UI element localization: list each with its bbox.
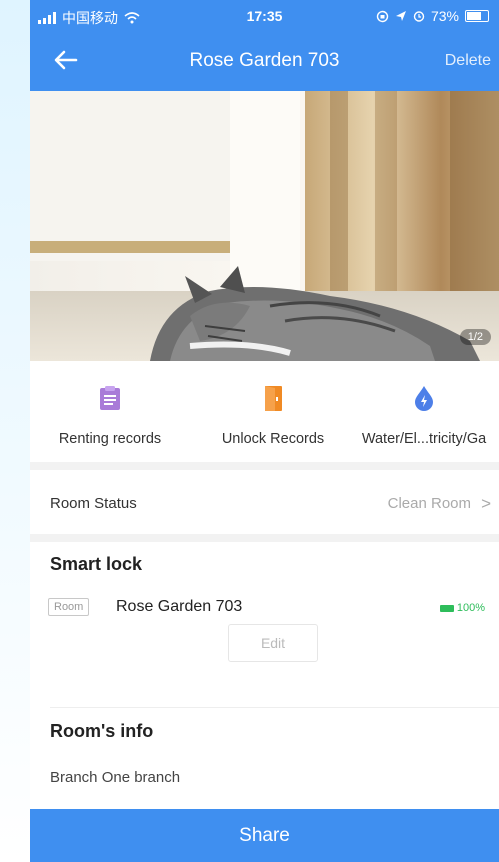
edit-button[interactable]: Edit bbox=[228, 624, 318, 662]
chevron-right-icon: > bbox=[481, 494, 491, 513]
room-photo-image bbox=[30, 91, 499, 361]
room-photo[interactable]: 1/2 bbox=[30, 91, 499, 361]
room-status-row[interactable]: Room Status Clean Room > bbox=[30, 470, 499, 534]
screen-edge bbox=[0, 0, 30, 862]
door-icon bbox=[265, 386, 282, 411]
page-title: Rose Garden 703 bbox=[189, 50, 340, 71]
renting-records-button[interactable]: Renting records bbox=[30, 384, 190, 447]
battery-percent: 73% bbox=[430, 8, 459, 24]
smart-lock-section: Smart lock Room Rose Garden 703 100% Edi… bbox=[30, 542, 499, 708]
header: 中国移动 17:35 73% Rose Garden 703 Delete bbox=[30, 0, 499, 91]
rooms-info-title: Room's info bbox=[50, 721, 154, 741]
water-electricity-label: Water/El...tricity/Ga bbox=[361, 431, 487, 447]
action-bar: Renting records Unlock Records Water/El.… bbox=[30, 362, 499, 462]
status-bar: 中国移动 17:35 73% bbox=[30, 0, 499, 30]
clipboard-icon bbox=[100, 386, 120, 410]
section-divider bbox=[30, 462, 499, 470]
battery-icon bbox=[465, 10, 489, 22]
water-electricity-button[interactable]: Water/El...tricity/Ga bbox=[344, 384, 499, 447]
photo-counter: 1/2 bbox=[459, 329, 491, 345]
lock-battery: 100% bbox=[439, 602, 485, 614]
water-drop-icon bbox=[415, 386, 433, 411]
unlock-records-label: Unlock Records bbox=[221, 431, 325, 447]
delete-button[interactable]: Delete bbox=[445, 52, 491, 70]
smart-lock-title: Smart lock bbox=[50, 554, 143, 574]
section-divider bbox=[30, 534, 499, 542]
alarm-icon bbox=[413, 11, 425, 22]
app-screen: 中国移动 17:35 73% Rose Garden 703 Delete 1/… bbox=[0, 0, 499, 862]
battery-icon bbox=[439, 604, 454, 612]
unlock-records-button[interactable]: Unlock Records bbox=[193, 384, 353, 447]
nav-bar: Rose Garden 703 Delete bbox=[30, 38, 499, 86]
room-tag: Room bbox=[48, 598, 90, 616]
rotation-lock-icon bbox=[376, 10, 389, 22]
status-icons: 73% bbox=[376, 8, 489, 24]
room-status-value: Clean Room bbox=[387, 495, 471, 512]
lock-battery-level: 100% bbox=[456, 602, 485, 614]
share-button[interactable]: Share bbox=[30, 809, 499, 862]
rooms-info-section: Room's info Branch One branch bbox=[30, 707, 499, 809]
room-status-label: Room Status bbox=[50, 495, 137, 512]
renting-records-label: Renting records bbox=[58, 431, 162, 447]
location-icon bbox=[395, 11, 406, 21]
lock-room-name: Rose Garden 703 bbox=[116, 598, 243, 615]
branch-text: Branch One branch bbox=[50, 769, 181, 786]
